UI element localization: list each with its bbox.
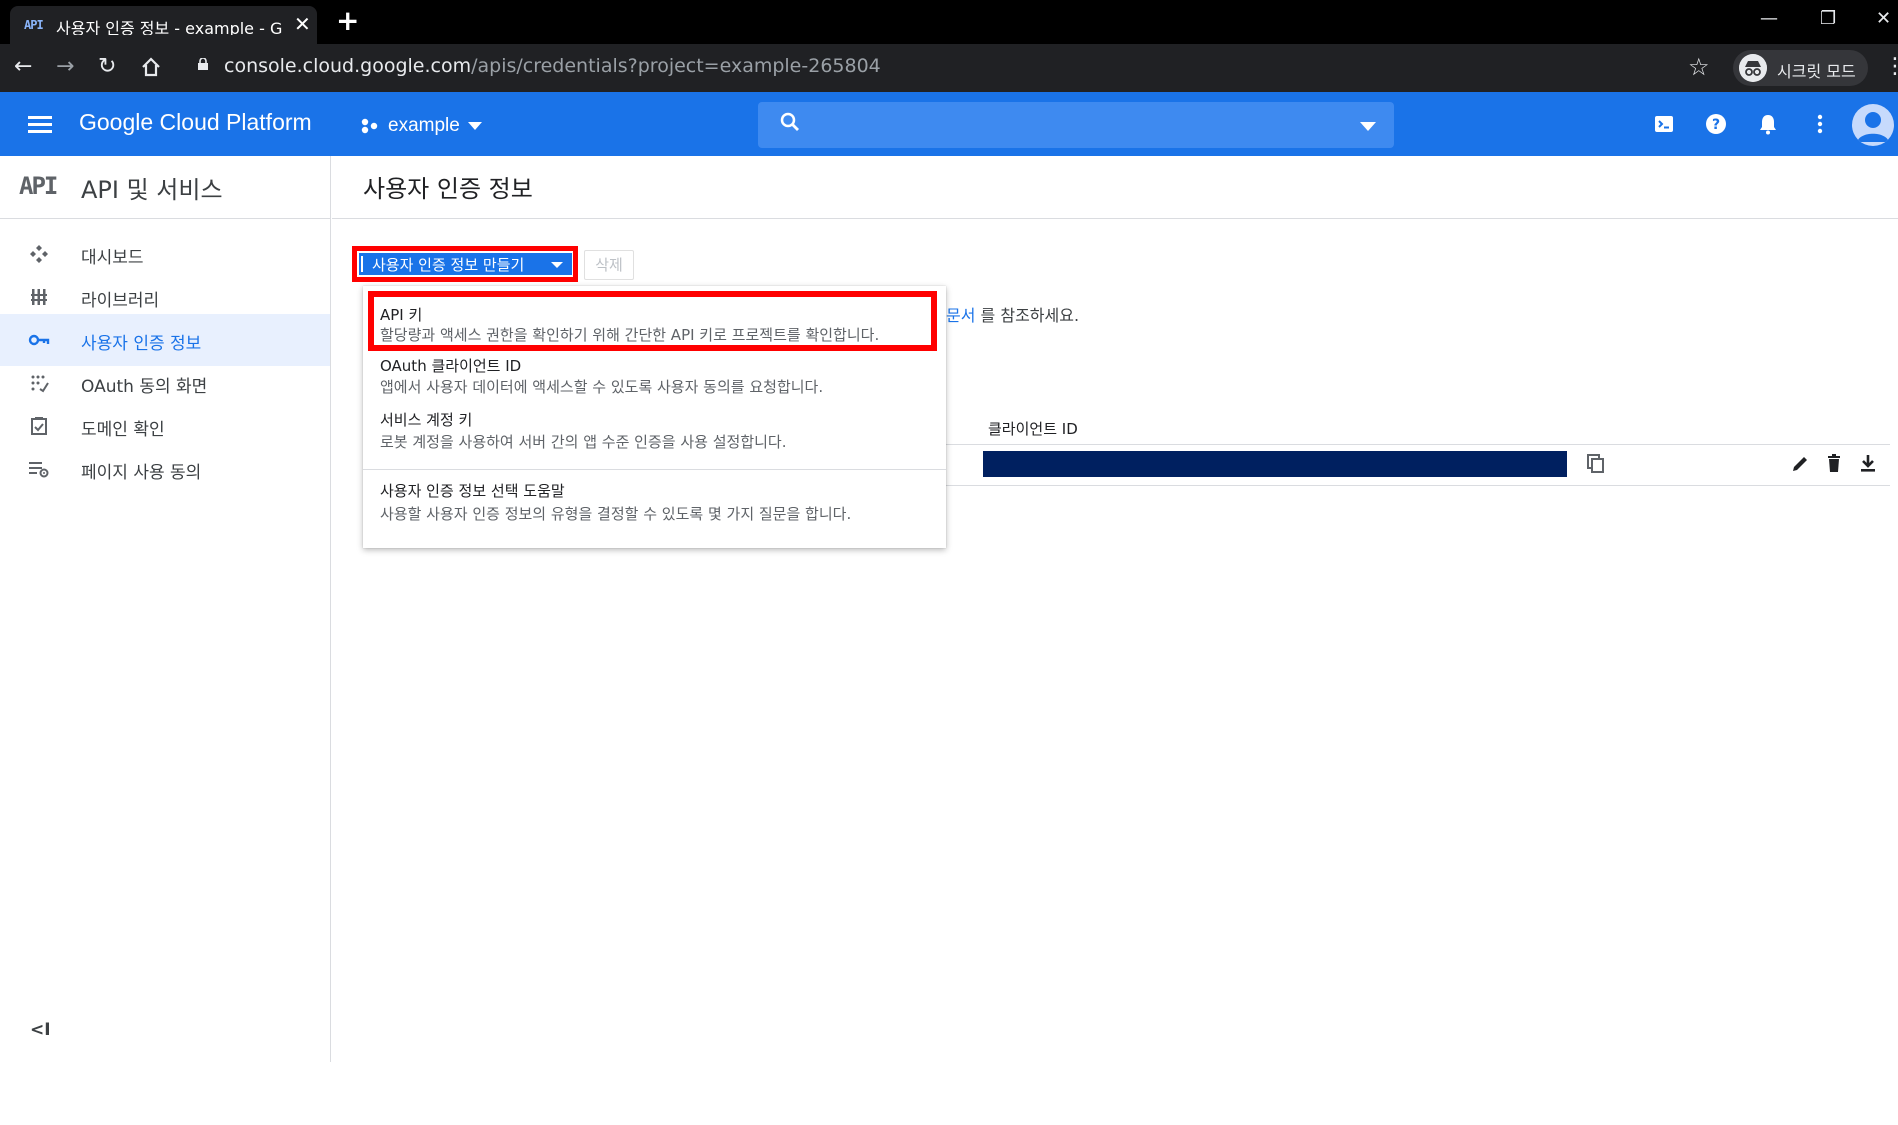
account-icon — [1857, 112, 1889, 142]
cloud-shell-icon[interactable] — [1652, 112, 1676, 136]
minimize-icon[interactable]: — — [1760, 8, 1778, 29]
table-row-divider — [946, 485, 1890, 486]
api-key-highlight — [368, 291, 937, 351]
key-icon — [28, 334, 50, 346]
menu-item-title: 서비스 계정 키 — [380, 411, 473, 429]
browser-menu-icon[interactable]: ⋮ — [1884, 54, 1898, 79]
api-favicon-icon: API — [24, 18, 44, 32]
chevron-down-icon — [551, 262, 563, 268]
url-path: /apis/credentials?project=example-265804 — [471, 55, 881, 77]
edit-icon[interactable] — [1790, 453, 1810, 475]
download-icon[interactable] — [1858, 453, 1878, 475]
delete-button[interactable]: 삭제 — [584, 250, 634, 280]
chevron-down-icon — [468, 122, 482, 130]
library-icon — [31, 289, 47, 305]
help-icon[interactable]: ? — [1704, 112, 1728, 136]
oauth-consent-icon — [31, 375, 49, 393]
info-text: 문서 를 참조하세요. — [946, 302, 1079, 326]
focus-cursor — [361, 256, 363, 272]
product-name[interactable]: Google Cloud Platform — [79, 109, 312, 136]
screen-bottom-margin — [0, 1062, 1898, 1125]
sidebar-item-label: 대시보드 — [81, 248, 144, 268]
sidebar-item-label: 도메인 확인 — [81, 420, 165, 440]
client-id-redacted — [983, 451, 1567, 477]
incognito-badge[interactable]: 시크릿 모드 — [1733, 50, 1868, 86]
bookmark-star-icon[interactable]: ☆ — [1688, 53, 1710, 81]
api-logo-icon: API — [19, 172, 58, 200]
dashboard-icon — [30, 245, 48, 263]
hamburger-menu-icon[interactable] — [28, 116, 52, 134]
menu-item-desc: 앱에서 사용자 데이터에 액세스할 수 있도록 사용자 동의를 요청합니다. — [380, 378, 824, 396]
url-host: console.cloud.google.com — [224, 55, 472, 77]
forward-icon[interactable]: → — [56, 54, 74, 79]
notifications-icon[interactable] — [1756, 112, 1780, 136]
browser-tab[interactable]: API 사용자 인증 정보 - example - G ✕ — [10, 6, 317, 44]
menu-item-desc: 로봇 계정을 사용하여 서버 간의 앱 수준 인증을 사용 설정합니다. — [380, 433, 787, 451]
page-title: 사용자 인증 정보 — [363, 175, 533, 203]
sidebar: API API 및 서비스 대시보드 라이브러리 사용자 인증 정보 OAuth… — [0, 156, 331, 1062]
back-icon[interactable]: ← — [14, 54, 32, 79]
tab-title: 사용자 인증 정보 - example - G — [56, 19, 283, 35]
window-close-icon[interactable]: ✕ — [1876, 8, 1891, 29]
new-tab-button[interactable]: + — [336, 4, 359, 37]
home-icon[interactable] — [140, 56, 162, 78]
copy-icon[interactable] — [1586, 453, 1606, 475]
url-text: console.cloud.google.com/apis/credential… — [224, 55, 881, 77]
delete-icon[interactable] — [1824, 453, 1844, 475]
menu-item-oauth-client-id[interactable]: OAuth 클라이언트 ID 앱에서 사용자 데이터에 액세스할 수 있도록 사… — [363, 350, 946, 404]
table-header-divider — [946, 444, 1890, 445]
domain-verify-icon — [31, 417, 47, 435]
more-vert-icon[interactable] — [1808, 112, 1832, 136]
docs-link[interactable]: 문서 — [946, 306, 975, 325]
reload-icon[interactable]: ↻ — [98, 54, 116, 79]
svg-text:?: ? — [1712, 117, 1720, 133]
menu-item-title: OAuth 클라이언트 ID — [380, 357, 522, 375]
project-dots-icon — [361, 118, 378, 134]
menu-item-help-me-choose[interactable]: 사용자 인증 정보 선택 도움말 사용할 사용자 인증 정보의 유형을 결정할 … — [363, 470, 946, 540]
sidebar-item-label: OAuth 동의 화면 — [81, 377, 208, 397]
sidebar-item-label: 페이지 사용 동의 — [81, 463, 202, 483]
gcp-header: Google Cloud Platform example ? — [0, 92, 1898, 156]
create-credentials-label: 사용자 인증 정보 만들기 — [372, 256, 525, 274]
search-expand-icon[interactable] — [1360, 122, 1376, 131]
project-name: example — [388, 115, 460, 136]
incognito-icon — [1739, 54, 1767, 82]
menu-item-title: 사용자 인증 정보 선택 도움말 — [380, 482, 565, 500]
sidebar-title: API 및 서비스 — [81, 176, 223, 204]
browser-tab-bar: API 사용자 인증 정보 - example - G ✕ + — ❐ ✕ — [0, 0, 1898, 44]
sidebar-header: API API 및 서비스 — [0, 156, 330, 219]
lock-icon — [198, 58, 208, 70]
info-suffix: 를 참조하세요. — [975, 306, 1080, 325]
title-divider — [332, 218, 1898, 219]
restore-icon[interactable]: ❐ — [1820, 8, 1836, 29]
column-header-client-id: 클라이언트 ID — [988, 420, 1078, 438]
sidebar-item-label: 라이브러리 — [81, 291, 160, 311]
avatar[interactable] — [1852, 104, 1894, 146]
collapse-sidebar-button[interactable]: <I — [30, 1020, 51, 1040]
menu-item-desc: 사용할 사용자 인증 정보의 유형을 결정할 수 있도록 몇 가지 질문을 합니… — [380, 505, 852, 523]
sidebar-item-label: 사용자 인증 정보 — [81, 334, 202, 354]
sidebar-item-page-usage[interactable]: 페이지 사용 동의 — [0, 443, 330, 495]
tab-close-icon[interactable]: ✕ — [294, 12, 311, 36]
incognito-label: 시크릿 모드 — [1777, 62, 1856, 81]
search-input[interactable] — [758, 102, 1394, 148]
search-icon — [780, 112, 799, 131]
menu-item-service-account-key[interactable]: 서비스 계정 키 로봇 계정을 사용하여 서버 간의 앱 수준 인증을 사용 설… — [363, 404, 946, 464]
page-usage-icon — [29, 462, 49, 478]
create-credentials-button[interactable]: 사용자 인증 정보 만들기 — [359, 253, 572, 275]
